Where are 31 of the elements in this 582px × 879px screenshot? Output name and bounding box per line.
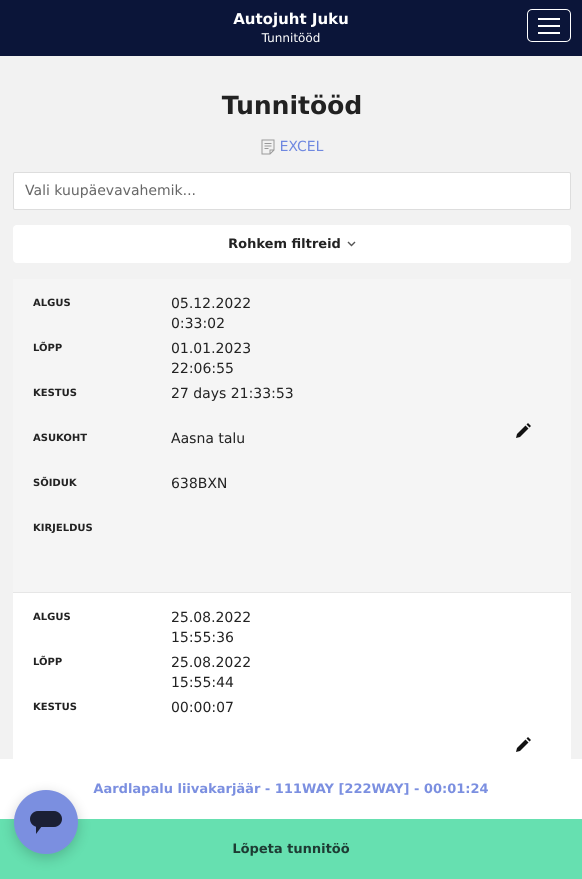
field-value: 00:00:07 (171, 699, 234, 718)
menu-button[interactable] (527, 9, 571, 42)
more-filters-button[interactable]: Rohkem filtreid (13, 225, 571, 263)
field-value: 25.08.2022 15:55:36 (171, 609, 252, 648)
stop-job-button[interactable]: Lõpeta tunnitöö (0, 819, 582, 879)
field-label: ASUKOHT (33, 432, 88, 444)
document-icon (260, 139, 275, 155)
field-label: KIRJELDUS (33, 522, 94, 534)
pencil-icon[interactable] (516, 423, 531, 438)
field-label: KESTUS (33, 701, 78, 713)
page-title: Tunnitööd (220, 90, 364, 122)
field-label: LÕPP (33, 654, 64, 668)
active-job-text: Aardlapalu liivakarjäär - 111WAY [222WAY] - 00:01:24 (0, 759, 582, 819)
field-label: ALGUS (33, 611, 72, 623)
field-label: SÕIDUK (33, 476, 78, 489)
field-label: KESTUS (33, 387, 78, 399)
menu-icon (538, 18, 560, 34)
chat-bubble-icon (29, 809, 63, 835)
app-title: Autojuht Juku (233, 9, 349, 29)
chevron-down-icon (346, 241, 356, 247)
field-value: Aasna talu (171, 430, 246, 449)
app-subtitle: Tunnitööd (262, 30, 320, 47)
date-range-field[interactable]: Vali kuupäevavahemik... (13, 172, 571, 210)
field-value: 25.08.2022 15:55:44 (171, 654, 252, 693)
field-value: 27 days 21:33:53 (171, 385, 294, 404)
field-value: 638BXN (171, 475, 228, 494)
field-label: LÕPP (33, 340, 64, 354)
pencil-icon[interactable] (516, 737, 531, 752)
field-label: ALGUS (33, 297, 72, 309)
field-value: 05.12.2022 0:33:02 (171, 295, 252, 334)
field-value: 01.01.2023 22:06:55 (171, 340, 252, 379)
